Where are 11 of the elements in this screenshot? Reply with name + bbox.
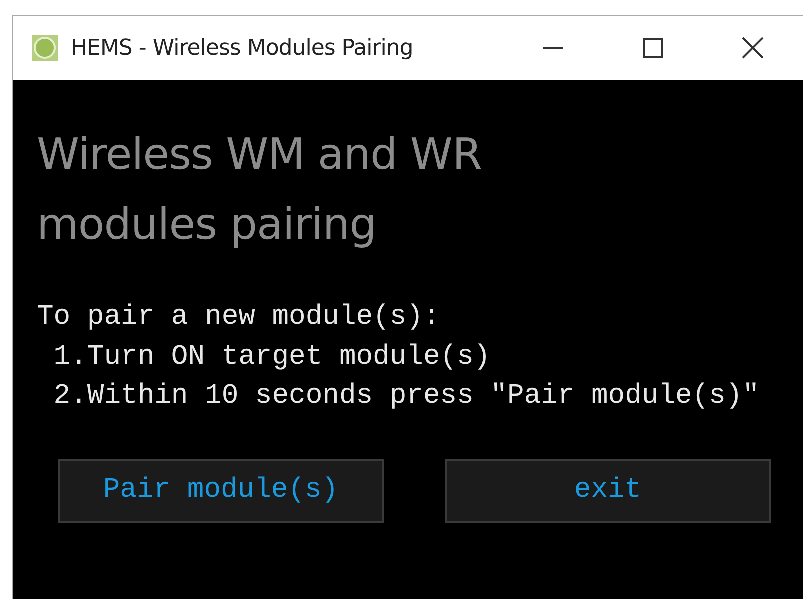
maximize-icon [643,38,663,58]
action-button[interactable]: exit [445,458,771,522]
app-logo-icon [31,34,59,62]
window-title: HEMS - Wireless Modules Pairing [71,36,414,60]
action-button[interactable]: Pair module(s) [58,458,384,522]
instruction-line: 2.Within 10 seconds press "Pair module(s)" [52,380,761,414]
minimize-icon [543,47,563,49]
instruction-line: To pair a new module(s): [37,301,442,335]
instruction-line: 1.Turn ON target module(s) [52,340,492,374]
heading: Wireless WM and WR modules pairing [37,129,483,252]
close-icon [742,37,764,59]
